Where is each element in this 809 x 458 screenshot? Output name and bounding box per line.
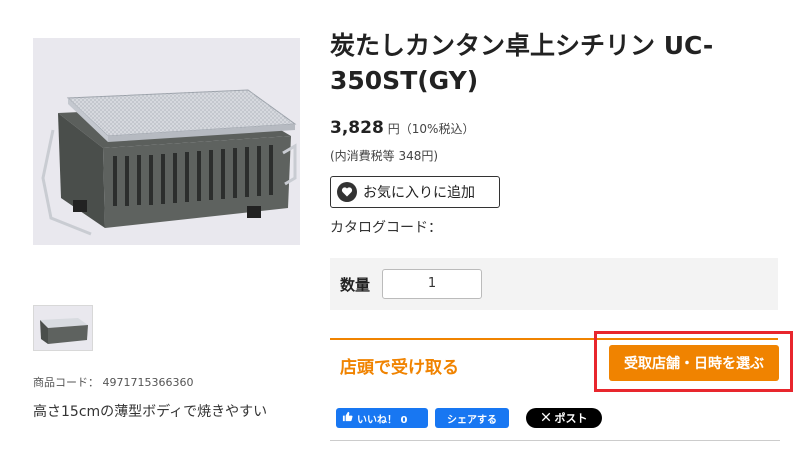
favorite-label: お気に入りに追加	[363, 185, 475, 201]
quantity-label: 数量	[340, 276, 371, 294]
quantity-input[interactable]: 1	[382, 269, 482, 299]
x-logo-icon	[541, 412, 551, 425]
pickup-label: 店頭で受け取る	[340, 358, 459, 378]
facebook-share-button[interactable]: シェアする	[435, 408, 509, 428]
product-main-image[interactable]	[33, 38, 300, 245]
catalog-code: カタログコード：	[330, 220, 442, 236]
heart-icon	[337, 182, 357, 202]
facebook-like-button[interactable]: いいね！ 0	[336, 408, 428, 428]
post-label: ポスト	[554, 412, 588, 425]
x-post-button[interactable]: ポスト	[526, 408, 602, 428]
tax-note: (内消費税等 348円)	[330, 149, 439, 163]
like-label: いいね！ 0	[357, 414, 408, 426]
highlight-frame	[594, 331, 793, 392]
bottom-divider	[330, 440, 780, 441]
price-row: 3,828 円（10%税込）	[330, 118, 474, 138]
product-title: 炭たしカンタン卓上シチリン UC-350ST(GY)	[330, 31, 714, 95]
product-description: 高さ15cmの薄型ボディで焼きやすい	[33, 404, 268, 420]
thumbs-up-icon	[342, 411, 353, 425]
product-thumbnail[interactable]	[33, 305, 93, 351]
add-to-favorites-button[interactable]: お気に入りに追加	[330, 176, 500, 208]
price-value: 3,828	[330, 118, 384, 138]
product-code: 商品コード： 4971715366360	[33, 376, 194, 389]
price-unit: 円（10%税込）	[387, 122, 475, 136]
